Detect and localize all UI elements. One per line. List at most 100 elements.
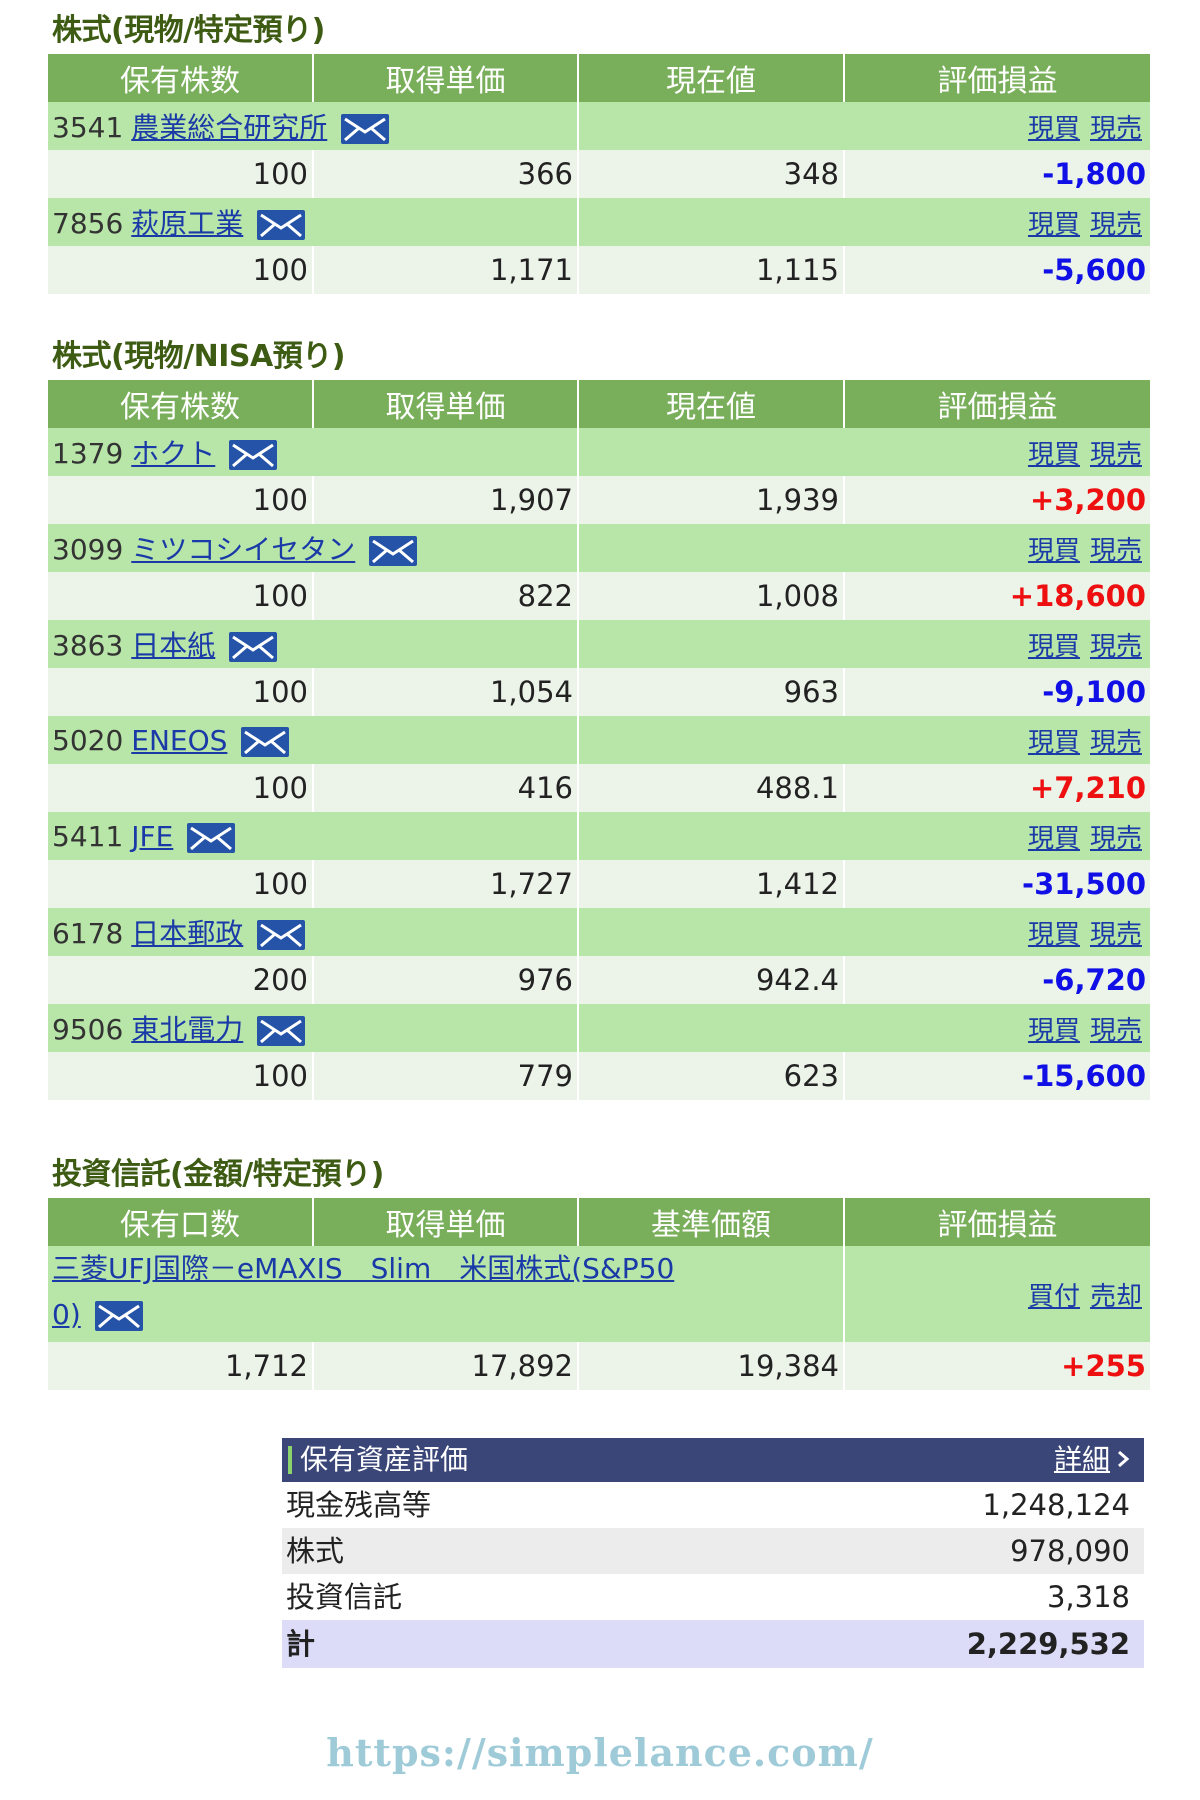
stock-value-row: 100 822 1,008 +18,600	[48, 572, 1150, 620]
stock-name-cell: 5411 JFE	[48, 812, 578, 860]
stock-name-row: 5020 ENEOS 現買 現売	[48, 716, 1150, 764]
header-pl: 評価損益	[843, 380, 1150, 428]
stock-name-cell: 6178 日本郵政	[48, 908, 578, 956]
buy-link[interactable]: 現買	[1028, 536, 1080, 566]
fund-name-cell: 三菱UFJ国際－eMAXIS Slim 米国株式(S&P50 0)	[48, 1246, 844, 1342]
stock-name-link[interactable]: ENEOS	[131, 724, 227, 757]
mail-icon[interactable]	[229, 632, 278, 662]
stock-code: 5020	[52, 723, 124, 757]
detail-label: 詳細	[1053, 1443, 1110, 1476]
stock-code: 3099	[52, 533, 124, 566]
stock-actions: 現買 現売	[577, 1004, 1150, 1052]
stock-name-link[interactable]: 日本郵政	[131, 917, 243, 950]
fund-sell-link[interactable]: 売却	[1090, 1282, 1142, 1312]
stock-actions: 現買 現売	[577, 102, 1150, 150]
stock-price: 942.4	[577, 956, 844, 1004]
asset-summary-title: 保有資産評価	[300, 1443, 469, 1476]
mail-icon[interactable]	[257, 1016, 306, 1046]
stock-qty: 100	[48, 668, 313, 716]
buy-link[interactable]: 現買	[1028, 1016, 1080, 1046]
asset-row-cash: 現金残高等 1,248,124	[282, 1482, 1144, 1528]
stock-code: 3863	[52, 629, 124, 662]
buy-link[interactable]: 現買	[1028, 728, 1080, 758]
buy-link[interactable]: 現買	[1028, 440, 1080, 470]
mail-icon[interactable]	[187, 822, 236, 853]
section-title: 株式(現物/NISA預り)	[52, 339, 345, 374]
buy-link[interactable]: 現買	[1028, 632, 1080, 662]
asset-value: 978,090	[1010, 1534, 1130, 1568]
stock-name-link[interactable]: ミツコシイセタン	[131, 533, 355, 566]
mail-icon[interactable]	[241, 726, 290, 757]
stock-qty: 100	[48, 1052, 313, 1100]
fund-qty: 1,712	[48, 1342, 313, 1390]
header-price: 基準価額	[577, 1198, 844, 1246]
stock-name-row: 7856 萩原工業 現買 現売	[48, 198, 1150, 246]
holdings-table: 保有株数 取得単価 現在値 評価損益 3541 農業総合研究所 現買 現売 100 366…	[48, 54, 1150, 294]
sell-link[interactable]: 現売	[1090, 728, 1142, 758]
asset-row-total: 計 2,229,532	[282, 1620, 1144, 1668]
stock-price: 1,412	[577, 860, 844, 908]
stock-price: 1,939	[577, 476, 844, 524]
stock-code: 7856	[52, 207, 124, 240]
mail-icon[interactable]	[341, 114, 390, 144]
asset-label: 株式	[286, 1534, 345, 1568]
header-price: 現在値	[577, 380, 844, 428]
fund-value-row: 1,712 17,892 19,384 +255	[48, 1342, 1150, 1390]
stock-name-cell: 1379 ホクト	[48, 428, 578, 476]
sell-link[interactable]: 現売	[1090, 536, 1142, 566]
stock-name-link[interactable]: 萩原工業	[131, 207, 243, 240]
mail-icon[interactable]	[257, 920, 306, 950]
asset-label: 投資信託	[286, 1580, 403, 1614]
stock-code: 1379	[52, 437, 124, 470]
stock-name-row: 9506 東北電力 現買 現売	[48, 1004, 1150, 1052]
chevron-right-icon	[1116, 1438, 1130, 1482]
stock-actions: 現買 現売	[577, 198, 1150, 246]
buy-link[interactable]: 現買	[1028, 210, 1080, 240]
asset-value: 3,318	[1046, 1580, 1130, 1614]
stock-code: 3541	[52, 111, 124, 144]
mail-icon[interactable]	[94, 1301, 143, 1331]
stock-name-row: 6178 日本郵政 現買 現売	[48, 908, 1150, 956]
asset-summary: 保有資産評価 詳細 現金残高等 1,248,124 株式 978,090 投資信…	[282, 1438, 1144, 1668]
stock-name-link[interactable]: 東北電力	[131, 1013, 243, 1046]
fund-name-line2: 0)	[52, 1298, 81, 1331]
stock-pl: +7,210	[843, 764, 1150, 812]
stock-qty: 100	[48, 764, 313, 812]
stock-name-row: 3099 ミツコシイセタン 現買 現売	[48, 524, 1150, 572]
buy-link[interactable]: 現買	[1028, 920, 1080, 950]
stock-specific-section: 株式(現物/特定預り) 保有株数 取得単価 現在値 評価損益 3541 農業総合研…	[48, 8, 1150, 294]
holdings-table: 保有株数 取得単価 現在値 評価損益 1379 ホクト 現買 現売 100 1,907 1,…	[48, 380, 1150, 1100]
buy-link[interactable]: 現買	[1028, 114, 1080, 144]
header-cost: 取得単価	[312, 380, 578, 428]
asset-label: 現金残高等	[286, 1488, 432, 1522]
sell-link[interactable]: 現売	[1090, 440, 1142, 470]
detail-link[interactable]: 詳細	[1054, 1438, 1130, 1482]
stock-pl: -6,720	[843, 956, 1150, 1004]
stock-name-link[interactable]: 農業総合研究所	[131, 111, 327, 144]
mail-icon[interactable]	[369, 536, 418, 566]
stock-qty: 100	[48, 476, 313, 524]
stock-name-link[interactable]: JFE	[131, 820, 173, 853]
stock-price: 348	[577, 150, 844, 198]
mail-icon[interactable]	[229, 440, 278, 470]
stock-actions: 現買 現売	[577, 812, 1150, 860]
mail-icon[interactable]	[257, 210, 306, 240]
stock-cost: 822	[312, 572, 578, 620]
stock-qty: 200	[48, 956, 313, 1004]
buy-link[interactable]: 現買	[1028, 824, 1080, 854]
stock-name-link[interactable]: ホクト	[131, 437, 215, 470]
stock-name-row: 3863 日本紙 現買 現売	[48, 620, 1150, 668]
fund-buy-link[interactable]: 買付	[1028, 1282, 1080, 1312]
sell-link[interactable]: 現売	[1090, 210, 1142, 240]
sell-link[interactable]: 現売	[1090, 114, 1142, 144]
sell-link[interactable]: 現売	[1090, 824, 1142, 854]
asset-row-fund: 投資信託 3,318	[282, 1574, 1144, 1620]
fund-name-link[interactable]: 三菱UFJ国際－eMAXIS Slim 米国株式(S&P50 0)	[52, 1252, 674, 1331]
sell-link[interactable]: 現売	[1090, 920, 1142, 950]
watermark-url: https://simplelance.com/	[326, 1730, 874, 1775]
sell-link[interactable]: 現売	[1090, 632, 1142, 662]
stock-name-row: 1379 ホクト 現買 現売	[48, 428, 1150, 476]
stock-cost: 1,171	[312, 246, 578, 294]
sell-link[interactable]: 現売	[1090, 1016, 1142, 1046]
stock-name-link[interactable]: 日本紙	[131, 629, 215, 662]
